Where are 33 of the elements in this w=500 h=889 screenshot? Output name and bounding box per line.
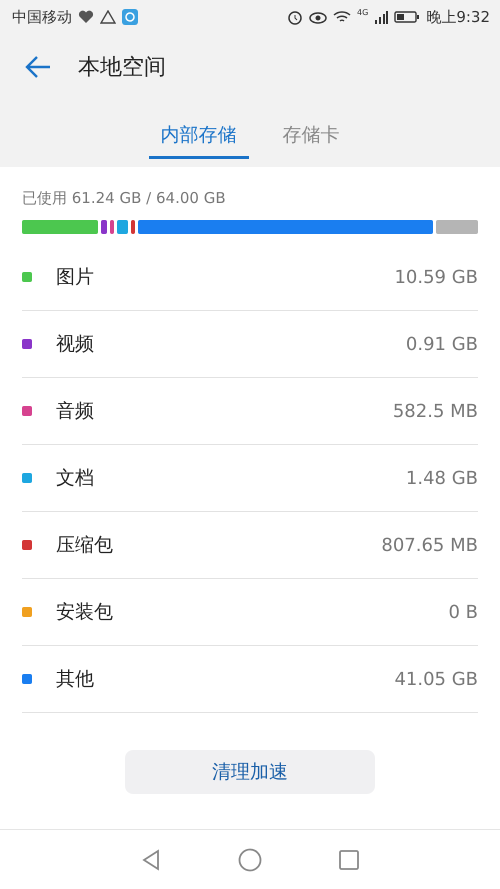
category-name: 图片 xyxy=(56,265,95,290)
category-size: 41.05 GB xyxy=(394,668,478,690)
wifi-icon xyxy=(333,10,352,24)
usage-label: 已使用 61.24 GB / 64.00 GB xyxy=(22,189,227,208)
heart-icon xyxy=(78,10,94,24)
category-name: 安装包 xyxy=(56,600,114,625)
clean-button[interactable]: 清理加速 xyxy=(125,750,375,794)
storage-tab[interactable]: 内部存储 xyxy=(148,118,248,159)
category-name: 文档 xyxy=(56,466,95,491)
carrier-name: 中国移动 xyxy=(12,8,72,26)
app-icon xyxy=(122,9,138,25)
category-name: 其他 xyxy=(56,667,95,692)
clock-time: 晚上9:32 xyxy=(426,8,490,26)
category-name: 音频 xyxy=(56,399,95,424)
category-name: 视频 xyxy=(56,332,95,357)
battery-icon xyxy=(394,10,420,24)
recents-nav-button[interactable] xyxy=(338,848,360,870)
category-size: 582.5 MB xyxy=(392,400,478,422)
eye-icon xyxy=(309,10,328,24)
back-nav-button[interactable] xyxy=(140,848,162,870)
alarm-icon xyxy=(287,9,304,25)
category-size: 10.59 GB xyxy=(394,266,478,288)
category-size: 1.48 GB xyxy=(406,468,478,488)
warning-icon xyxy=(100,10,116,24)
category-size: 0.91 GB xyxy=(406,334,478,354)
category-size: 807.65 MB xyxy=(381,534,478,556)
category-size: 0 B xyxy=(448,602,478,622)
page-title: 本地空间 xyxy=(78,54,166,82)
category-name: 压缩包 xyxy=(56,533,114,558)
home-nav-button[interactable] xyxy=(238,848,262,872)
storage-tab[interactable]: 存储卡 xyxy=(270,118,352,159)
network-type: 4G xyxy=(357,8,368,17)
signal-icon xyxy=(374,10,388,24)
